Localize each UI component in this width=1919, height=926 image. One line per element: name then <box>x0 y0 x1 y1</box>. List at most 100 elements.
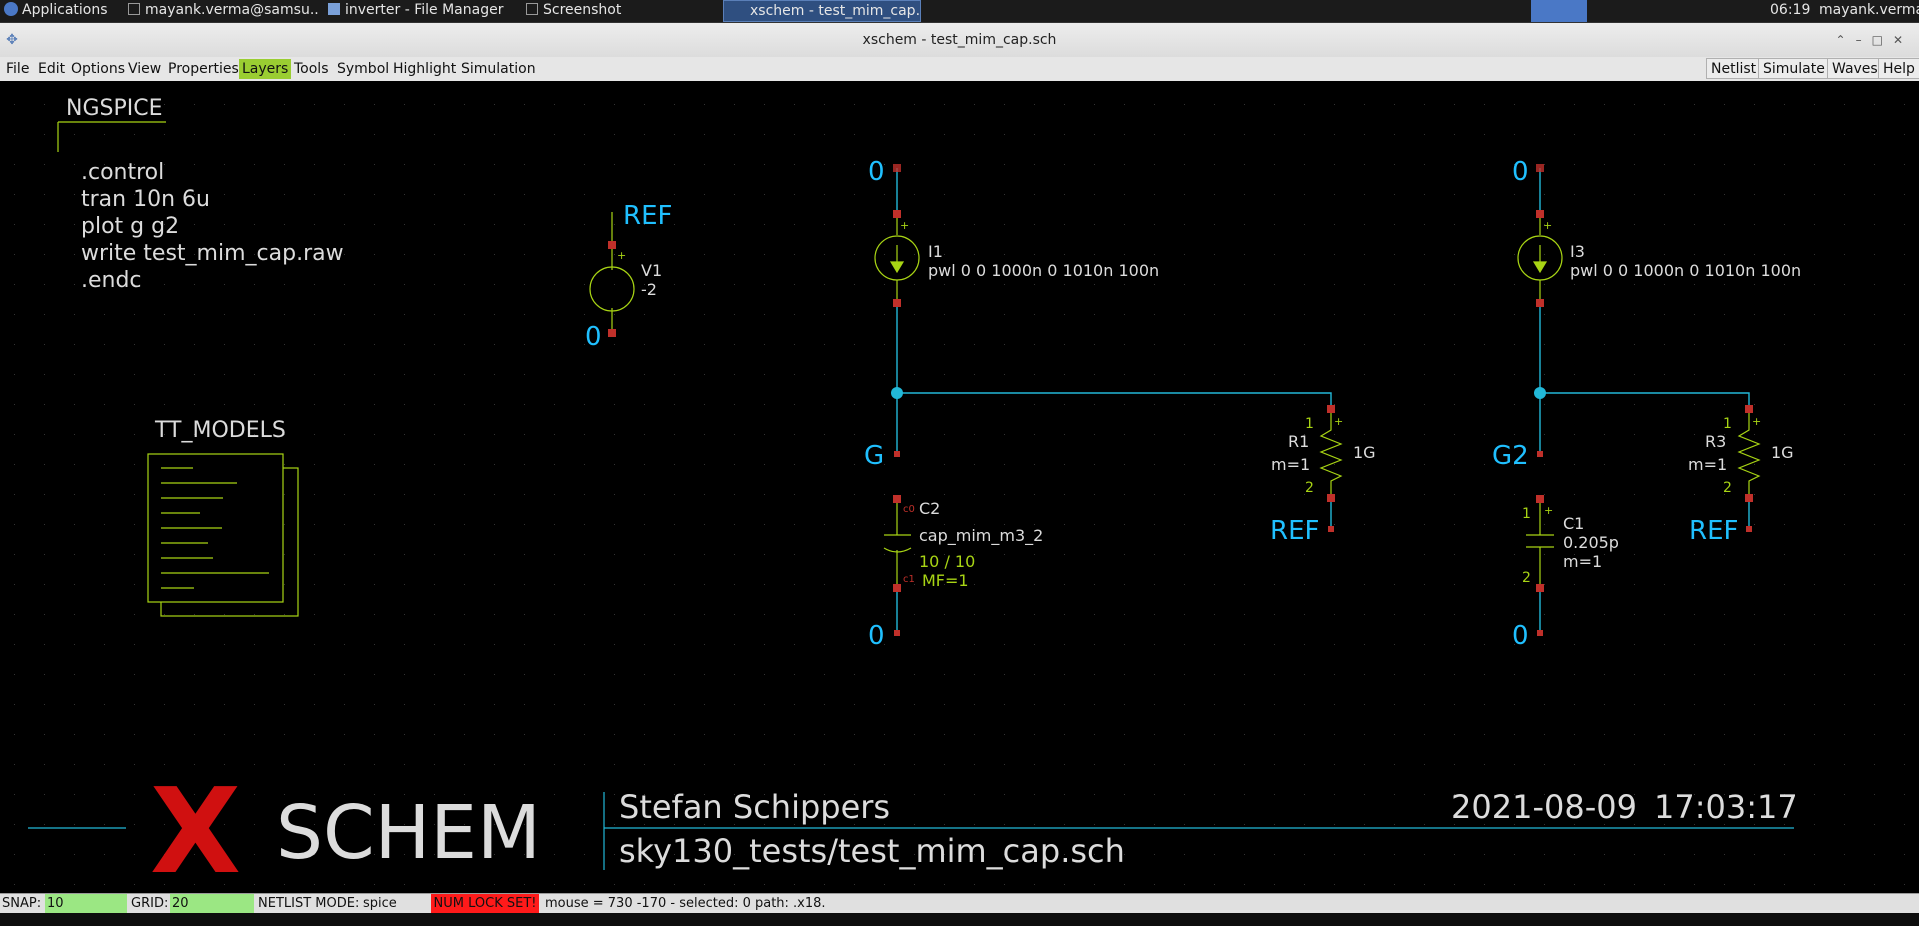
menu-layers[interactable]: Layers <box>239 59 292 79</box>
schematic-date: 2021-08-09 <box>1451 788 1637 826</box>
taskbar-item-terminal[interactable]: mayank.verma@samsu... <box>128 0 318 22</box>
c1-m: m=1 <box>1563 552 1602 571</box>
i1-value: pwl 0 0 1000n 0 1010n 100n <box>928 261 1159 280</box>
desktop-bottom-strip <box>0 913 1919 926</box>
ngspice-label: NGSPICE <box>66 96 163 121</box>
r3-pin-bottom: 2 <box>1723 480 1732 496</box>
tt-models-label: TT_MODELS <box>154 418 286 443</box>
junction <box>1534 387 1546 399</box>
v1-net-top-label: REF <box>623 201 672 231</box>
simulate-button[interactable]: Simulate <box>1758 58 1830 79</box>
numlock-warning: NUM LOCK SET! <box>431 894 539 914</box>
c2-pin-top: c0 <box>903 504 915 515</box>
menu-properties[interactable]: Properties <box>165 59 242 79</box>
taskbar-item-screenshot[interactable]: Screenshot <box>526 0 696 22</box>
c1-value: 0.205p <box>1563 533 1619 552</box>
taskbar-item-label: xschem - test_mim_cap... <box>750 3 921 19</box>
control-line: plot g g2 <box>81 214 179 239</box>
r3-pin-top: 1 <box>1723 416 1732 432</box>
r3-m: m=1 <box>1688 455 1727 474</box>
waves-button[interactable]: Waves <box>1827 58 1883 79</box>
c2-mf: MF=1 <box>922 571 969 590</box>
schematic-path: sky130_tests/test_mim_cap.sch <box>619 832 1125 870</box>
window-title: xschem - test_mim_cap.sch <box>862 32 1057 48</box>
taskbar-item-label: Screenshot <box>543 2 622 18</box>
folder-icon <box>328 3 340 15</box>
taskbar-item-file-manager[interactable]: inverter - File Manager <box>328 0 518 22</box>
schematic-time: 17:03:17 <box>1654 788 1798 826</box>
user-name[interactable]: mayank.verma <box>1819 0 1919 22</box>
v1-net-bottom-label: 0 <box>585 322 602 352</box>
applications-menu[interactable]: Applications <box>4 0 108 22</box>
c1-name: C1 <box>1563 514 1584 533</box>
menu-file[interactable]: File <box>3 59 32 79</box>
menu-symbol[interactable]: Symbol <box>334 59 392 79</box>
snap-input[interactable]: 10 <box>45 894 127 914</box>
control-line: .control <box>81 160 164 185</box>
netlist-button[interactable]: Netlist <box>1706 58 1762 79</box>
net-g2-label: G2 <box>1492 441 1529 471</box>
svg-text:+: + <box>1752 415 1761 428</box>
window-menu-icon[interactable]: ✥ <box>4 32 20 48</box>
control-line: tran 10n 6u <box>81 187 210 212</box>
xfce-logo-icon <box>4 2 18 16</box>
window-titlebar[interactable]: ✥ xschem - test_mim_cap.sch ⌃–□✕ <box>0 23 1919 58</box>
c2-name: C2 <box>919 499 940 518</box>
i3-name: I3 <box>1570 242 1585 261</box>
close-icon[interactable]: ✕ <box>1893 33 1913 47</box>
control-line: .endc <box>81 268 142 293</box>
menu-view[interactable]: View <box>125 59 164 79</box>
author-name: Stefan Schippers <box>619 788 890 826</box>
svg-text:+: + <box>1544 504 1553 517</box>
grid-input[interactable]: 20 <box>170 894 254 914</box>
svg-text:+: + <box>617 249 626 262</box>
snap-label: SNAP: <box>2 896 42 911</box>
c2-pin-bottom: c1 <box>903 574 915 585</box>
menu-options[interactable]: Options <box>68 59 128 79</box>
netlist-mode-value[interactable]: spice <box>363 894 397 914</box>
c2-size: 10 / 10 <box>919 552 975 571</box>
status-info: mouse = 730 -170 - selected: 0 path: .x1… <box>545 896 826 911</box>
clock: 06:19 <box>1770 2 1811 18</box>
workspace-switcher[interactable] <box>1531 0 1587 22</box>
control-line: write test_mim_cap.raw <box>81 241 344 266</box>
r1-net-bottom-label: REF <box>1270 516 1319 546</box>
r1-name: R1 <box>1288 432 1309 451</box>
taskbar-item-xschem[interactable]: xschem - test_mim_cap... <box>723 0 921 22</box>
xschem-logo-schem: SCHEM <box>276 790 541 876</box>
netlist-mode-label: NETLIST MODE: <box>258 896 360 911</box>
terminal-icon <box>128 3 140 15</box>
r1-pin-top: 1 <box>1305 416 1314 432</box>
minimize-icon[interactable]: – <box>1856 33 1872 47</box>
c2-model: cap_mim_m3_2 <box>919 526 1043 546</box>
camera-icon <box>526 3 538 15</box>
c2-net-bottom-label: 0 <box>868 621 885 651</box>
applications-label: Applications <box>22 2 108 18</box>
help-button[interactable]: Help <box>1878 58 1919 79</box>
net-g-label: G <box>864 441 884 471</box>
xschem-logo-x: X <box>150 762 241 893</box>
i1-net-top-label: 0 <box>868 157 885 187</box>
maximize-icon[interactable]: □ <box>1872 33 1893 47</box>
r1-value: 1G <box>1353 443 1376 462</box>
c1-net-bottom-label: 0 <box>1512 621 1529 651</box>
document-icon <box>147 453 299 617</box>
v1-value: -2 <box>641 280 657 299</box>
taskbar-item-label: inverter - File Manager <box>345 2 504 18</box>
taskbar-item-label: mayank.verma@samsu... <box>145 2 318 18</box>
menubar: File Edit Options View Properties Layers… <box>0 57 1919 82</box>
window-controls: ⌃–□✕ <box>1836 23 1913 57</box>
menu-edit[interactable]: Edit <box>35 59 68 79</box>
menu-tools[interactable]: Tools <box>291 59 332 79</box>
v1-name: V1 <box>641 261 662 280</box>
schematic-canvas[interactable]: NGSPICE .control tran 10n 6u plot g g2 w… <box>0 81 1919 893</box>
c1-pin-top: 1 <box>1522 506 1531 522</box>
menu-simulation[interactable]: Simulation <box>458 59 539 79</box>
r1-m: m=1 <box>1271 455 1310 474</box>
shade-icon[interactable]: ⌃ <box>1836 33 1856 47</box>
i3-value: pwl 0 0 1000n 0 1010n 100n <box>1570 261 1801 280</box>
grid-label: GRID: <box>131 896 169 911</box>
r1-pin-bottom: 2 <box>1305 480 1314 496</box>
svg-text:+: + <box>1334 415 1343 428</box>
menu-highlight[interactable]: Highlight <box>390 59 459 79</box>
